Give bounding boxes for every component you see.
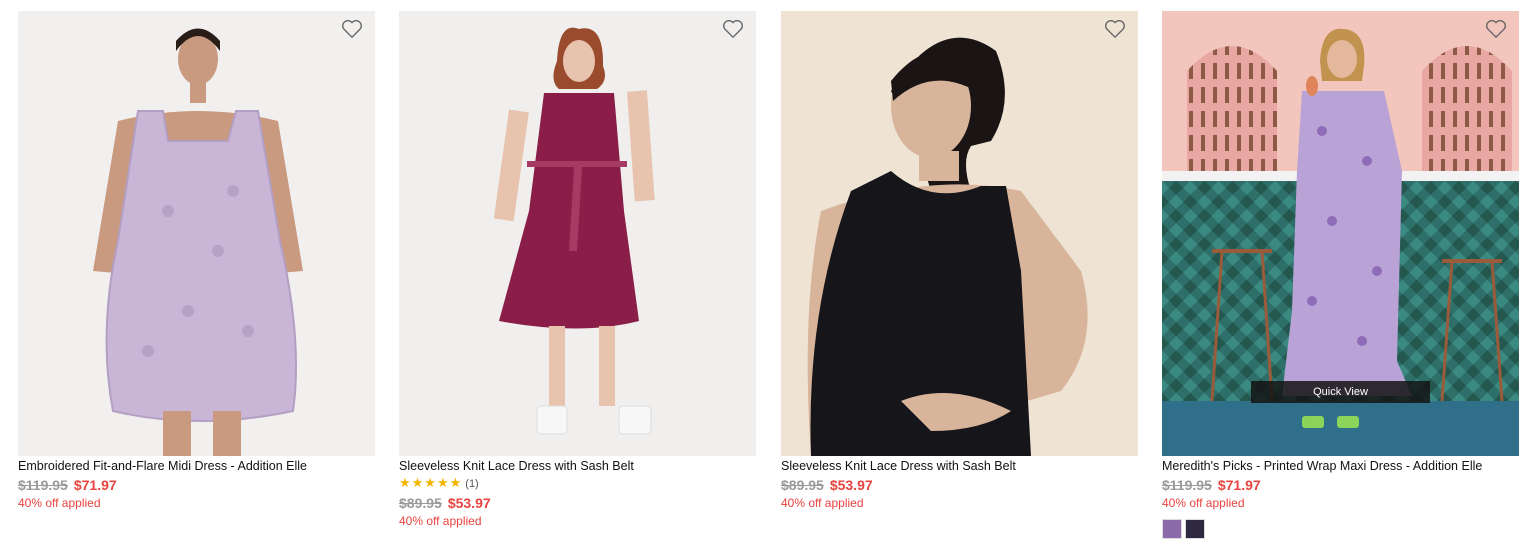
- product-card: Embroidered Fit-and-Flare Midi Dress - A…: [18, 11, 375, 511]
- heart-icon[interactable]: [341, 19, 363, 39]
- original-price: $119.95: [18, 477, 68, 493]
- original-price: $119.95: [1162, 477, 1212, 493]
- product-grid: Embroidered Fit-and-Flare Midi Dress - A…: [0, 0, 1536, 539]
- product-name[interactable]: Meredith's Picks - Printed Wrap Maxi Dre…: [1162, 458, 1519, 474]
- promo-text: 40% off applied: [1162, 496, 1245, 510]
- promo-text: 40% off applied: [399, 514, 482, 528]
- product-image[interactable]: [781, 11, 1138, 456]
- review-count: (1): [465, 478, 479, 490]
- heart-icon[interactable]: [1104, 19, 1126, 39]
- product-photo: [18, 11, 375, 456]
- price-row: $119.95 $71.97: [18, 475, 375, 495]
- price-row: $89.95 $53.97: [781, 475, 1138, 495]
- star-icons: ★★★★★: [399, 475, 463, 490]
- product-image[interactable]: Quick View: [1162, 11, 1519, 456]
- product-photo: [399, 11, 756, 456]
- product-card: Sleeveless Knit Lace Dress with Sash Bel…: [399, 11, 756, 529]
- product-name[interactable]: Embroidered Fit-and-Flare Midi Dress - A…: [18, 458, 375, 474]
- product-card: Sleeveless Knit Lace Dress with Sash Bel…: [781, 11, 1138, 511]
- sale-price: $53.97: [829, 477, 873, 493]
- heart-icon[interactable]: [722, 19, 744, 39]
- sale-price: $53.97: [447, 495, 491, 511]
- color-swatch-lavender[interactable]: [1162, 519, 1182, 539]
- product-image[interactable]: [18, 11, 375, 456]
- heart-icon[interactable]: [1485, 19, 1507, 39]
- original-price: $89.95: [781, 477, 824, 493]
- product-name[interactable]: Sleeveless Knit Lace Dress with Sash Bel…: [781, 458, 1138, 474]
- color-swatches: [1162, 519, 1519, 539]
- product-image[interactable]: [399, 11, 756, 456]
- sale-price: $71.97: [73, 477, 117, 493]
- price-row: $89.95 $53.97: [399, 493, 756, 513]
- promo-text: 40% off applied: [18, 496, 101, 510]
- rating-stars[interactable]: ★★★★★ (1): [399, 474, 756, 492]
- promo-text: 40% off applied: [781, 496, 864, 510]
- product-photo: [781, 11, 1138, 456]
- product-card: Quick View Meredith's Picks - Printed Wr…: [1162, 11, 1519, 539]
- original-price: $89.95: [399, 495, 442, 511]
- price-row: $119.95 $71.97: [1162, 475, 1519, 495]
- product-name[interactable]: Sleeveless Knit Lace Dress with Sash Bel…: [399, 458, 756, 474]
- color-swatch-dark[interactable]: [1185, 519, 1205, 539]
- sale-price: $71.97: [1217, 477, 1261, 493]
- quick-view-button[interactable]: Quick View: [1251, 381, 1430, 403]
